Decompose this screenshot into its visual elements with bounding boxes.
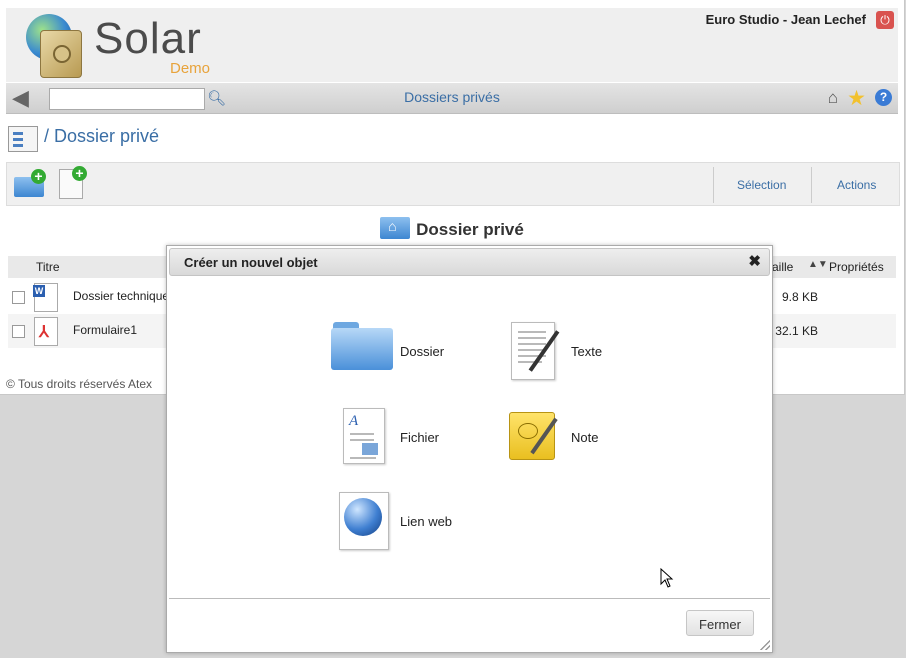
option-lien-web[interactable]: Lien web [339, 490, 499, 550]
web-link-icon [339, 492, 389, 550]
resize-grip-icon[interactable] [760, 640, 770, 650]
dialog-header[interactable]: Créer un nouvel objet ✖ [169, 248, 770, 276]
option-dossier[interactable]: Dossier [331, 320, 471, 380]
option-fichier-label: Fichier [400, 430, 440, 445]
option-note-label: Note [571, 430, 599, 445]
option-note[interactable]: Note [509, 406, 649, 466]
file-icon: A [343, 408, 385, 464]
text-document-icon [511, 322, 560, 380]
option-lien-web-label: Lien web [400, 514, 453, 529]
option-dossier-label: Dossier [400, 344, 445, 359]
create-object-dialog: Créer un nouvel objet ✖ Dossier Texte A … [166, 245, 773, 653]
dialog-divider [169, 598, 770, 599]
option-fichier[interactable]: A Fichier [341, 406, 481, 466]
folder-icon [331, 320, 393, 370]
option-texte-label: Texte [571, 344, 603, 359]
dialog-close-icon[interactable]: ✖ [748, 252, 761, 270]
dialog-title: Créer un nouvel objet [184, 255, 318, 270]
option-texte[interactable]: Texte [511, 320, 651, 380]
modal-overlay: Créer un nouvel objet ✖ Dossier Texte A … [0, 0, 906, 658]
note-icon [509, 412, 558, 460]
close-button[interactable]: Fermer [686, 610, 754, 636]
